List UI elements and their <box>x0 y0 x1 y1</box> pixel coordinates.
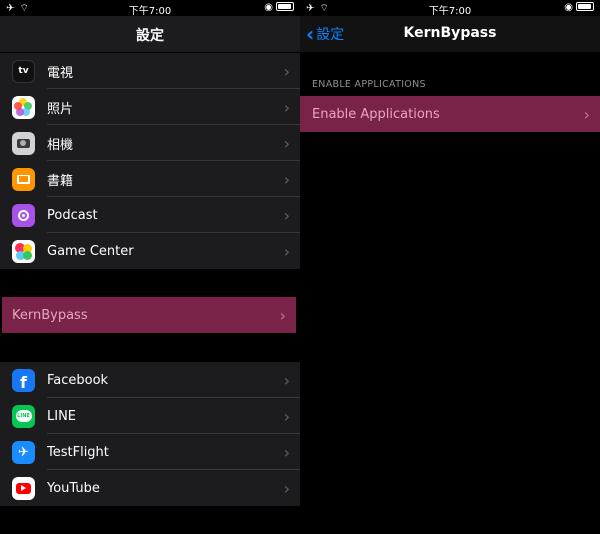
testflight-icon: ✈ <box>12 440 35 464</box>
kernbypass-screen: ✈ ︎⌔ 下午7:00 ◉ ‹ 設定 KernBypass ENABLE APP… <box>300 0 600 534</box>
settings-item-camera[interactable]: 相機 › <box>0 125 300 161</box>
status-bar: ✈ ︎⌔ 下午7:00 ◉ <box>0 0 300 17</box>
settings-item-testflight[interactable]: ✈ TestFlight › <box>0 434 300 470</box>
settings-item-label: Facebook <box>47 372 109 388</box>
game-center-icon <box>12 239 35 263</box>
enable-applications-label: Enable Applications <box>312 106 440 122</box>
chevron-right-icon: › <box>283 370 290 390</box>
settings-item-label: KernBypass <box>12 307 88 323</box>
settings-item-tv[interactable]: tv 電視 › <box>0 53 300 89</box>
nav-bar: 設定 <box>0 16 300 52</box>
settings-item-podcast[interactable]: Podcast › <box>0 197 300 233</box>
status-time: 下午7:00 <box>128 6 172 17</box>
status-bar: ✈ ︎⌔ 下午7:00 ◉ <box>300 0 600 17</box>
settings-item-label: 照片 <box>47 101 74 117</box>
chevron-right-icon: › <box>283 205 290 225</box>
photos-icon <box>12 95 35 119</box>
settings-item-label: YouTube <box>47 480 100 496</box>
settings-item-label: LINE <box>47 408 77 424</box>
section-header: ENABLE APPLICATIONS <box>312 79 426 90</box>
facebook-icon: f <box>12 368 35 392</box>
settings-screen: ✈ ︎⌔ 下午7:00 ◉ 設定 tv 電視 › 照片 › 相機 › 書籍 › … <box>0 0 300 534</box>
chevron-right-icon: › <box>283 478 290 498</box>
settings-item-photos[interactable]: 照片 › <box>0 89 300 125</box>
settings-item-kernbypass[interactable]: KernBypass › <box>2 297 296 333</box>
chevron-right-icon: › <box>283 241 290 261</box>
chevron-right-icon: › <box>283 169 290 189</box>
settings-item-label: 電視 <box>47 65 74 81</box>
orientation-lock-icon: ◉ <box>264 2 273 13</box>
chevron-right-icon: › <box>283 133 290 153</box>
settings-item-label: TestFlight <box>47 444 109 460</box>
battery-icon <box>576 2 594 11</box>
settings-item-label: Podcast <box>47 207 98 223</box>
settings-item-line[interactable]: LINE LINE › <box>0 398 300 434</box>
chevron-right-icon: › <box>583 104 590 124</box>
settings-item-facebook[interactable]: f Facebook › <box>0 362 300 398</box>
apple-apps-group: tv 電視 › 照片 › 相機 › 書籍 › Podcast › Game Ce… <box>0 53 300 269</box>
battery-area: ◉ <box>564 2 594 13</box>
status-time: 下午7:00 <box>428 6 472 17</box>
podcast-icon <box>12 203 35 227</box>
chevron-right-icon: › <box>283 97 290 117</box>
settings-item-label: 相機 <box>47 137 74 153</box>
chevron-right-icon: › <box>283 442 290 462</box>
chevron-right-icon: › <box>283 406 290 426</box>
enable-applications-item[interactable]: Enable Applications › <box>300 96 600 132</box>
youtube-icon <box>12 476 35 500</box>
battery-icon <box>276 2 294 11</box>
books-icon <box>12 167 35 191</box>
settings-item-game-center[interactable]: Game Center › <box>0 233 300 269</box>
apple-tv-icon: tv <box>12 59 35 83</box>
settings-item-books[interactable]: 書籍 › <box>0 161 300 197</box>
third-party-apps-group: f Facebook › LINE LINE › ✈ TestFlight › … <box>0 362 300 506</box>
camera-icon <box>12 131 35 155</box>
orientation-lock-icon: ◉ <box>564 2 573 13</box>
page-title: 設定 <box>136 28 164 44</box>
settings-item-label: Game Center <box>47 243 134 259</box>
settings-item-label: 書籍 <box>47 173 74 189</box>
nav-bar: ‹ 設定 KernBypass <box>300 16 600 52</box>
line-icon: LINE <box>12 404 35 428</box>
battery-area: ◉ <box>264 2 294 13</box>
chevron-right-icon: › <box>279 305 286 325</box>
chevron-right-icon: › <box>283 61 290 81</box>
settings-item-youtube[interactable]: YouTube › <box>0 470 300 506</box>
page-title: KernBypass <box>403 25 497 41</box>
